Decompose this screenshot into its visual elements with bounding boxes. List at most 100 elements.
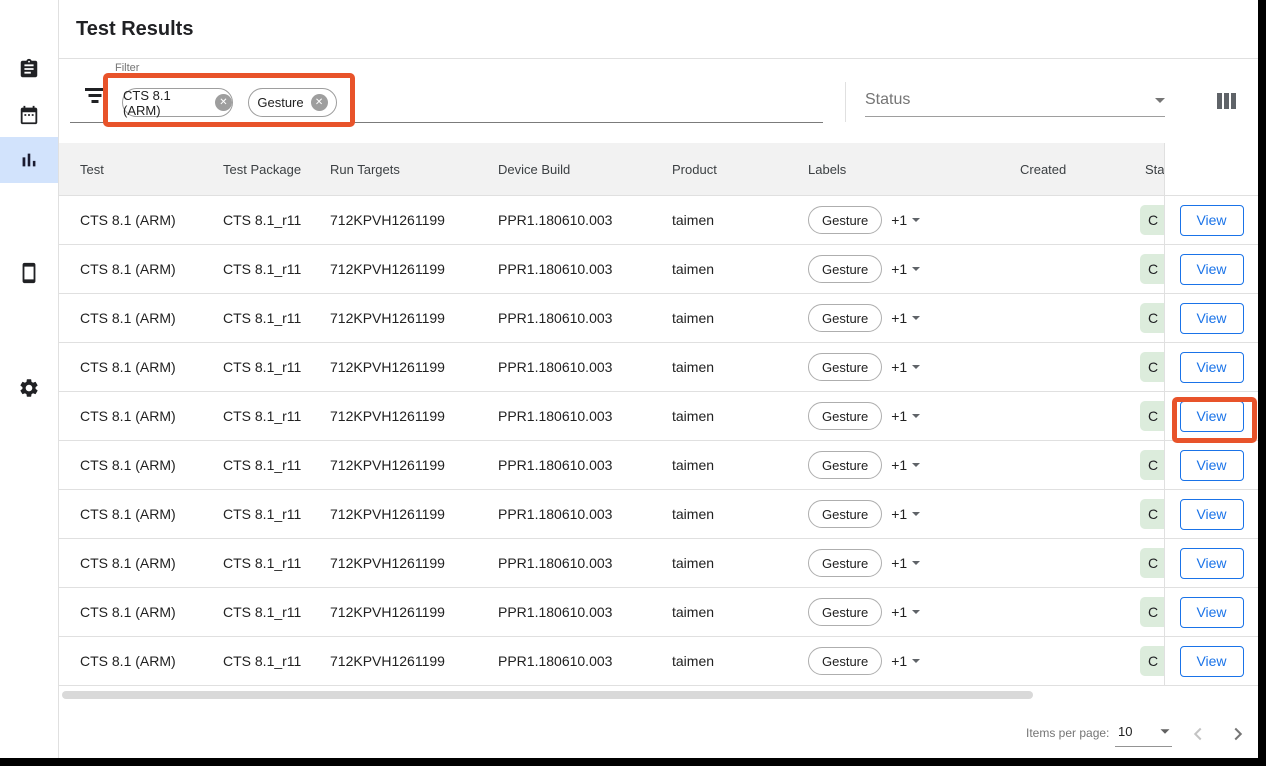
column-header-test-package: Test Package [223,143,330,195]
sidebar-item-devices[interactable] [0,250,58,296]
cell-created [1020,343,1140,391]
more-labels-dropdown[interactable]: +1 [891,212,920,228]
column-header-device-build: Device Build [498,143,672,195]
chevron-down-icon [912,365,920,369]
table-row: CTS 8.1 (ARM) CTS 8.1_r11 712KPVH1261199… [59,392,1258,441]
view-button[interactable]: View [1180,646,1244,677]
label-chip: Gesture [808,598,882,626]
cell-created [1020,294,1140,342]
cell-run-targets: 712KPVH1261199 [330,392,498,440]
cell-test: CTS 8.1 (ARM) [59,490,223,538]
label-chip: Gesture [808,500,882,528]
cell-run-targets: 712KPVH1261199 [330,441,498,489]
cell-test: CTS 8.1 (ARM) [59,539,223,587]
cell-test: CTS 8.1 (ARM) [59,588,223,636]
page-title: Test Results [76,0,193,58]
filter-chip-gesture[interactable]: Gesture ✕ [248,88,337,117]
sidebar-item-tests[interactable] [0,46,58,92]
sidebar-item-test-results[interactable] [0,137,58,183]
status-select-placeholder: Status [865,91,910,109]
status-badge: C [1140,401,1165,431]
more-labels-count: +1 [891,359,907,375]
sidebar-item-settings[interactable] [0,365,58,411]
more-labels-dropdown[interactable]: +1 [891,506,920,522]
cell-labels: Gesture +1 [808,539,1020,587]
view-button[interactable]: View [1180,352,1244,383]
cell-labels: Gesture +1 [808,441,1020,489]
filter-input-underline[interactable] [70,122,823,123]
column-header-test: Test [59,143,223,195]
cell-test: CTS 8.1 (ARM) [59,637,223,685]
view-button[interactable]: View [1180,401,1244,432]
view-button[interactable]: View [1180,303,1244,334]
view-button[interactable]: View [1180,254,1244,285]
cell-test-package: CTS 8.1_r11 [223,539,330,587]
cell-test-package: CTS 8.1_r11 [223,392,330,440]
cell-created [1020,539,1140,587]
cell-test-package: CTS 8.1_r11 [223,490,330,538]
column-header-status: Status [1140,143,1165,195]
view-columns-icon[interactable] [1217,93,1236,109]
column-header-labels: Labels [808,143,1020,195]
cell-device-build: PPR1.180610.003 [498,490,672,538]
filter-chip-cts[interactable]: CTS 8.1 (ARM) ✕ [122,88,233,117]
view-button[interactable]: View [1180,205,1244,236]
view-button[interactable]: View [1180,597,1244,628]
status-badge: C [1140,254,1165,284]
table-row: CTS 8.1 (ARM) CTS 8.1_r11 712KPVH1261199… [59,245,1258,294]
cell-device-build: PPR1.180610.003 [498,392,672,440]
status-badge: C [1140,646,1165,676]
previous-page-button[interactable] [1187,723,1209,745]
more-labels-dropdown[interactable]: +1 [891,359,920,375]
chevron-right-icon [1227,723,1249,745]
more-labels-count: +1 [891,310,907,326]
cell-product: taimen [672,539,808,587]
cell-labels: Gesture +1 [808,392,1020,440]
cell-run-targets: 712KPVH1261199 [330,588,498,636]
bar-chart-icon [18,149,40,171]
more-labels-dropdown[interactable]: +1 [891,408,920,424]
cell-test: CTS 8.1 (ARM) [59,441,223,489]
view-button[interactable]: View [1180,450,1244,481]
cell-labels: Gesture +1 [808,490,1020,538]
cell-actions: View [1165,196,1258,244]
cell-created [1020,392,1140,440]
table-row: CTS 8.1 (ARM) CTS 8.1_r11 712KPVH1261199… [59,490,1258,539]
cell-actions: View [1165,392,1258,440]
more-labels-dropdown[interactable]: +1 [891,555,920,571]
cell-created [1020,441,1140,489]
more-labels-dropdown[interactable]: +1 [891,261,920,277]
close-icon[interactable]: ✕ [311,94,328,111]
close-icon[interactable]: ✕ [215,94,232,111]
cell-actions: View [1165,588,1258,636]
cell-actions: View [1165,441,1258,489]
cell-run-targets: 712KPVH1261199 [330,343,498,391]
items-per-page-select[interactable]: 10 [1115,716,1172,747]
more-labels-dropdown[interactable]: +1 [891,653,920,669]
more-labels-dropdown[interactable]: +1 [891,457,920,473]
view-button[interactable]: View [1180,499,1244,530]
cell-product: taimen [672,392,808,440]
next-page-button[interactable] [1227,723,1249,745]
cell-test-package: CTS 8.1_r11 [223,637,330,685]
cell-actions: View [1165,539,1258,587]
horizontal-scrollbar-thumb[interactable] [62,691,1033,699]
smartphone-icon [18,262,40,284]
view-button[interactable]: View [1180,548,1244,579]
cell-test-package: CTS 8.1_r11 [223,294,330,342]
chevron-left-icon [1187,723,1209,745]
window-edge-bottom [0,758,1266,766]
status-filter-select[interactable]: Status [865,84,1165,117]
cell-device-build: PPR1.180610.003 [498,588,672,636]
table-row: CTS 8.1 (ARM) CTS 8.1_r11 712KPVH1261199… [59,441,1258,490]
cell-actions: View [1165,490,1258,538]
filter-chip-label: CTS 8.1 (ARM) [123,88,208,118]
more-labels-dropdown[interactable]: +1 [891,310,920,326]
cell-product: taimen [672,343,808,391]
cell-device-build: PPR1.180610.003 [498,343,672,391]
more-labels-dropdown[interactable]: +1 [891,604,920,620]
chevron-down-icon [912,463,920,467]
cell-status: C [1140,490,1165,538]
sidebar-item-test-plans[interactable] [0,92,58,138]
cell-device-build: PPR1.180610.003 [498,539,672,587]
